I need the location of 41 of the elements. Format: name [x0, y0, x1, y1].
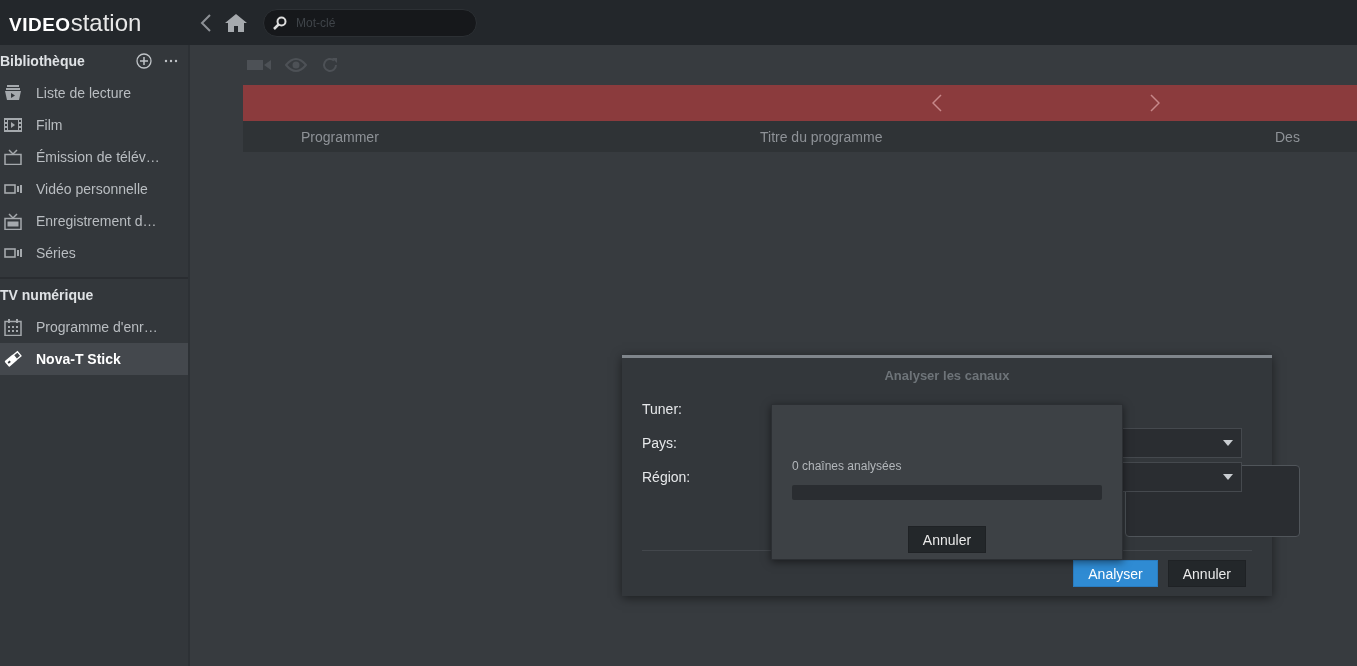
field-label: Pays:: [642, 435, 678, 451]
column-header: Des: [1275, 128, 1300, 145]
section-title: Bibliothèque: [0, 53, 86, 69]
search-icon: [273, 15, 287, 30]
cancel-button[interactable]: Annuler: [907, 526, 987, 553]
sidebar-item[interactable]: Nova-T Stick: [0, 343, 188, 375]
previous-icon[interactable]: [932, 94, 942, 112]
sidebar-item[interactable]: Séries: [0, 237, 188, 269]
scan-status: 0 chaînes analysées: [792, 459, 903, 473]
cancel-button[interactable]: Annuler: [1167, 560, 1246, 587]
tv-icon: [4, 149, 22, 165]
home-icon[interactable]: [225, 13, 247, 32]
column-header: Titre du programme: [760, 128, 884, 145]
dialog-title: Analyser les canaux: [883, 367, 1011, 385]
field-label: Région:: [642, 469, 692, 485]
add-icon[interactable]: [136, 53, 152, 69]
video-camera-icon: [4, 183, 22, 195]
sidebar-item[interactable]: Vidéo personnelle: [0, 173, 188, 205]
refresh-icon[interactable]: [321, 56, 339, 74]
calendar-icon: [4, 318, 22, 336]
column-header: Programmer: [300, 128, 380, 145]
video-camera-icon: [4, 247, 22, 259]
usb-stick-icon: [4, 350, 22, 368]
back-icon[interactable]: [200, 12, 212, 33]
playlist-icon: [4, 85, 22, 101]
dropdown-arrow-icon: [1223, 440, 1233, 446]
analyze-button[interactable]: Analyser: [1073, 560, 1158, 587]
app-logo: VIDEOstation: [9, 8, 143, 37]
next-icon[interactable]: [1150, 94, 1160, 112]
section-title: TV numérique: [0, 287, 95, 303]
eye-icon[interactable]: [285, 57, 307, 73]
field-label: Tuner:: [642, 401, 683, 417]
sidebar-item[interactable]: Programme d'enr…: [0, 311, 188, 343]
film-icon: [4, 118, 22, 132]
more-icon[interactable]: [164, 59, 178, 63]
sidebar-item[interactable]: Émission de télév…: [0, 141, 188, 173]
sidebar-item[interactable]: Enregistrement d…: [0, 205, 188, 237]
sidebar-item[interactable]: Film: [0, 109, 188, 141]
dropdown-arrow-icon: [1223, 474, 1233, 480]
recording-tv-icon: [4, 212, 22, 230]
sidebar-item[interactable]: Liste de lecture: [0, 77, 188, 109]
